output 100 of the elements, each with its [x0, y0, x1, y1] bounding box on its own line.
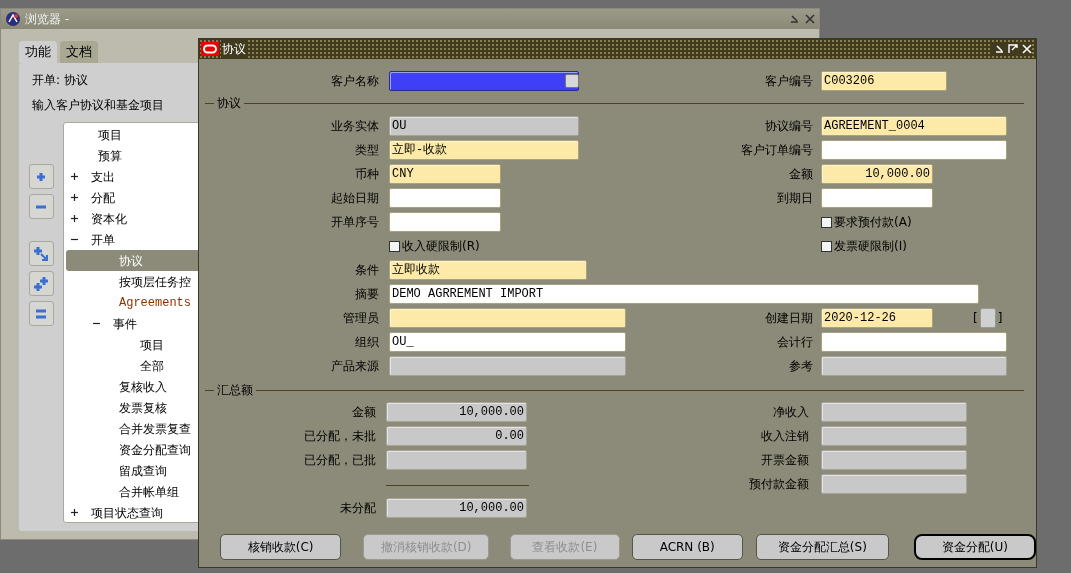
field-label: 产品来源 — [330, 358, 379, 375]
field-label: 管理员 — [342, 310, 379, 327]
tree-item[interactable]: 按项层任务控 — [66, 271, 198, 292]
field-label: 摘要 — [354, 286, 379, 303]
expand-icon[interactable] — [70, 172, 79, 181]
tree-item[interactable]: 合并帐单组 — [66, 481, 198, 502]
tree-item[interactable]: 发票复核 — [66, 397, 198, 418]
tree-item[interactable]: 项目状态查询 — [66, 502, 198, 523]
input-field[interactable]: 2020-12-26 — [821, 308, 933, 328]
tab[interactable]: 文档 — [60, 41, 98, 63]
tree-item[interactable]: 支出 — [66, 166, 198, 187]
field-label: 开单序号 — [330, 214, 379, 231]
input-field[interactable]: 10,000.00 — [386, 402, 527, 422]
field-label: 收入注销 — [760, 428, 809, 445]
oracle-logo-icon — [201, 42, 219, 56]
tree-item[interactable]: 合并发票复查 — [66, 418, 198, 439]
field-label: 创建日期 — [764, 310, 813, 327]
field-label: 协议编号 — [764, 118, 813, 135]
input-field[interactable] — [821, 332, 1007, 352]
input-field[interactable]: CNY — [389, 164, 501, 184]
section-title: 协议 — [216, 95, 242, 112]
checkbox-label: 收入硬限制(R) — [402, 238, 480, 255]
input-field[interactable]: 0.00 — [386, 426, 527, 446]
action-button[interactable]: 资金分配汇总(S) — [755, 534, 889, 560]
field-label: 参考 — [788, 358, 813, 375]
input-field[interactable] — [389, 212, 501, 232]
field-label: 币种 — [354, 166, 379, 183]
tree-item[interactable]: 项目 — [66, 124, 198, 145]
checkbox[interactable] — [389, 240, 400, 252]
field-label: 客户名称 — [330, 73, 379, 90]
field-label: 净收入 — [772, 404, 809, 421]
input-field[interactable] — [389, 308, 626, 328]
field-label: 预付款金额 — [748, 476, 809, 493]
tree-item[interactable]: Agreements — [66, 292, 198, 313]
expand-branch-button[interactable] — [28, 241, 54, 266]
collapse-button[interactable] — [28, 194, 54, 219]
action-button[interactable]: 核销收款(C) — [220, 534, 342, 560]
input-field[interactable]: DEMO AGRREMENT IMPORT — [389, 284, 979, 304]
input-field[interactable] — [821, 474, 967, 494]
expand-button[interactable] — [28, 164, 54, 189]
checkbox-label: 发票硬限制(I) — [834, 238, 907, 255]
field-label: 开票金额 — [760, 452, 809, 469]
input-field[interactable] — [386, 450, 527, 470]
tree-item[interactable]: 资本化 — [66, 208, 198, 229]
input-field[interactable] — [821, 402, 967, 422]
tree-item[interactable]: 预算 — [66, 145, 198, 166]
input-field[interactable]: 10,000.00 — [821, 164, 933, 184]
field-label: 已分配，已批 — [303, 452, 376, 469]
expand-icon[interactable] — [70, 193, 79, 202]
input-field[interactable]: 10,000.00 — [386, 498, 527, 518]
tree-item[interactable]: 全部 — [66, 355, 198, 376]
field-label: 会计行 — [776, 334, 813, 351]
tab[interactable]: 功能 — [19, 41, 57, 63]
expand-icon[interactable] — [70, 214, 79, 223]
input-field[interactable]: OU_ — [389, 332, 626, 352]
action-button[interactable]: ACRN (B) — [631, 534, 743, 560]
tree-item[interactable]: 分配 — [66, 187, 198, 208]
checkbox[interactable] — [821, 216, 832, 228]
tree-item[interactable]: 开单 — [66, 229, 198, 250]
input-field[interactable] — [389, 71, 579, 91]
flexfield-button[interactable] — [979, 308, 996, 328]
input-field[interactable] — [821, 188, 933, 208]
app-icon — [5, 11, 21, 27]
bracket: [ — [973, 310, 978, 327]
input-field[interactable] — [821, 356, 1007, 376]
field-label: 条件 — [354, 262, 379, 279]
tree-item[interactable]: 资金分配查询 — [66, 439, 198, 460]
section-title: 汇总额 — [216, 382, 254, 399]
plus-arrow-icon — [32, 244, 50, 263]
function-description: 输入客户协议和基金项目 — [32, 97, 164, 114]
field-label: 客户订单编号 — [740, 142, 813, 159]
tree-item[interactable]: 留成查询 — [66, 460, 198, 481]
field-label: 未分配 — [339, 500, 376, 517]
input-field[interactable]: C003206 — [821, 71, 947, 91]
tree-item[interactable]: 复核收入 — [66, 376, 198, 397]
field-label: 客户编号 — [764, 73, 813, 90]
field-label: 到期日 — [776, 190, 813, 207]
input-field[interactable] — [821, 140, 1007, 160]
expand-all-button[interactable] — [28, 271, 54, 296]
expand-icon[interactable] — [70, 508, 79, 517]
tree-item[interactable]: 项目 — [66, 334, 198, 355]
input-field[interactable] — [389, 356, 626, 376]
tree-item[interactable]: 事件 — [66, 313, 198, 334]
input-field[interactable] — [821, 426, 967, 446]
collapse-all-button[interactable] — [28, 301, 54, 326]
field-label: 已分配，未批 — [303, 428, 376, 445]
list-of-values-button[interactable] — [565, 74, 579, 88]
field-label: 业务实体 — [330, 118, 379, 135]
input-field[interactable] — [389, 188, 501, 208]
action-button[interactable]: 资金分配(U) — [913, 534, 1036, 560]
double-plus-icon — [32, 274, 50, 293]
maximize-icon[interactable] — [1008, 44, 1018, 54]
input-field[interactable]: OU — [389, 116, 579, 136]
checkbox-label: 要求预付款(A) — [834, 214, 912, 231]
field-label: 金额 — [351, 404, 376, 421]
checkbox[interactable] — [821, 240, 832, 252]
input-field[interactable]: 立即收款 — [389, 260, 587, 280]
input-field[interactable] — [821, 450, 967, 470]
input-field[interactable]: 立即-收款 — [389, 140, 579, 160]
input-field[interactable]: AGREEMENT_0004 — [821, 116, 1007, 136]
